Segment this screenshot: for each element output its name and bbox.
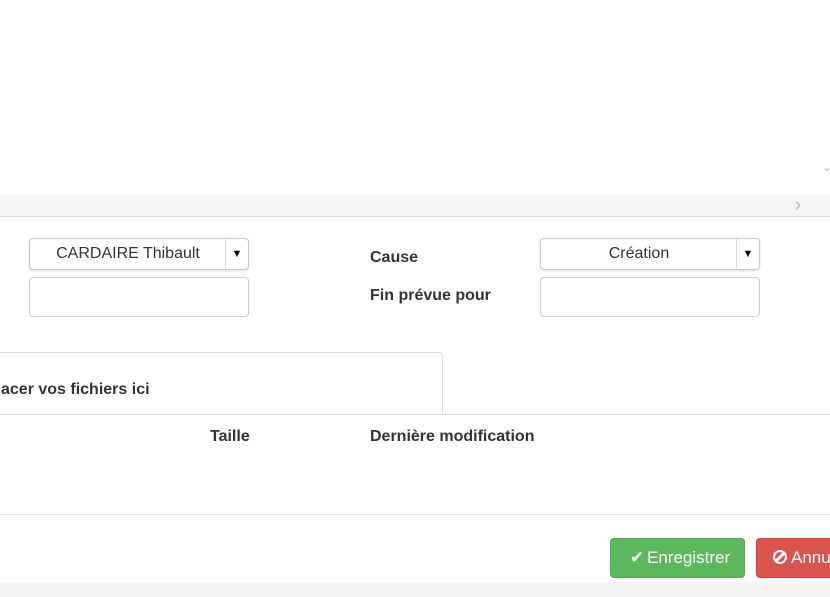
embedded-content-area: ⌄ › bbox=[0, 0, 830, 216]
save-button-label: Enregistrer bbox=[647, 548, 731, 567]
assignee-select-value: CARDAIRE Thibault bbox=[56, 245, 200, 262]
cancel-button[interactable]: Annu bbox=[756, 538, 830, 578]
cancel-button-label: Annu bbox=[791, 548, 830, 567]
dropzone-text: acer vos fichiers ici bbox=[1, 381, 150, 398]
column-header-size[interactable]: Taille bbox=[210, 428, 250, 446]
column-header-last-modified[interactable]: Dernière modification bbox=[370, 428, 534, 446]
horizontal-scrollbar[interactable]: › bbox=[0, 194, 830, 216]
cause-label: Cause bbox=[370, 249, 419, 266]
scroll-down-chevron-icon[interactable]: ⌄ bbox=[822, 158, 830, 176]
cause-select[interactable]: Création ▼ bbox=[540, 238, 760, 270]
save-button[interactable]: ✔ Enregistrer bbox=[610, 538, 745, 578]
dropzone-divider bbox=[0, 414, 830, 415]
end-date-label: Fin prévue pour bbox=[370, 287, 491, 304]
section-divider bbox=[0, 216, 830, 217]
table-footer-divider bbox=[0, 514, 830, 515]
cause-select-value: Création bbox=[608, 245, 670, 262]
check-icon: ✔ bbox=[629, 548, 645, 567]
caret-down-icon[interactable]: ▼ bbox=[225, 239, 248, 269]
assignee-text-field[interactable] bbox=[29, 277, 249, 317]
assignee-select[interactable]: CARDAIRE Thibault ▼ bbox=[29, 238, 249, 270]
file-dropzone[interactable]: acer vos fichiers ici bbox=[0, 352, 443, 414]
end-date-field[interactable] bbox=[540, 277, 760, 317]
chevron-right-icon[interactable]: › bbox=[790, 194, 806, 216]
ban-icon bbox=[773, 550, 787, 564]
caret-down-icon[interactable]: ▼ bbox=[736, 239, 759, 269]
footer-band bbox=[0, 582, 830, 597]
